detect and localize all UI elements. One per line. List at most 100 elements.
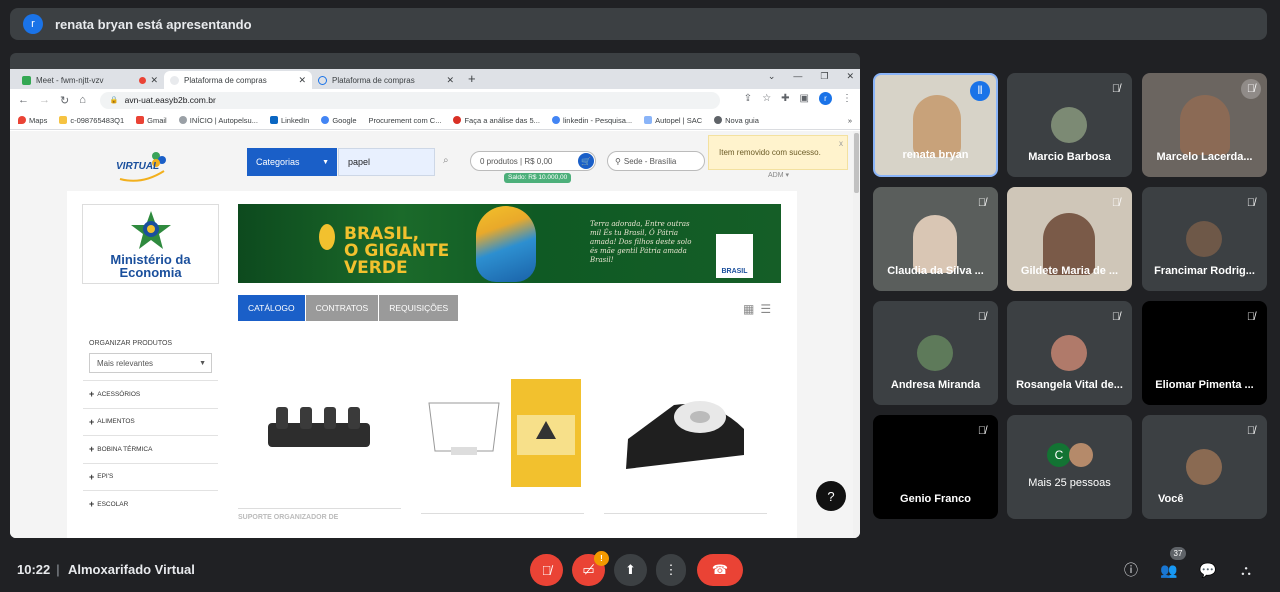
address-bar-row: ← → ↻ ⌂ 🔒 avn-uat.easyb2b.com.br ⇪ ☆ ✚ ▣… [10, 89, 860, 111]
bookmark-label: Nova guia [725, 115, 759, 125]
restore-icon[interactable]: ❐ [820, 71, 828, 82]
admin-menu[interactable]: ADM ▾ [768, 171, 789, 179]
participant-tile[interactable]: ⦀ renata bryan [873, 73, 998, 177]
bookmark-linkedin-search[interactable]: linkedin - Pesquisa... [551, 116, 632, 125]
search-input[interactable]: papel [338, 148, 435, 176]
product-card-tape-dispenser[interactable] [604, 359, 767, 514]
bookmark-analise[interactable]: Faça a análise das 5... [453, 116, 540, 125]
page-scrollbar[interactable] [853, 131, 860, 538]
participant-tile[interactable]: 🎙̸ Eliomar Pimenta ... [1142, 301, 1267, 405]
bookmark-autopel[interactable]: Autopel | SAC [644, 116, 702, 125]
participant-tile[interactable]: 🎙̸ Marcelo Lacerda... [1142, 73, 1267, 177]
end-call-icon: ☎ [711, 562, 729, 577]
tab-search-icon[interactable]: ⌄ [768, 71, 776, 82]
participant-tile[interactable]: 🎙̸ Francimar Rodrig... [1142, 187, 1267, 291]
bookmark-inicio[interactable]: INÍCIO | Autopelsu... [178, 116, 258, 125]
chat-icon[interactable]: 💬 [1197, 559, 1219, 581]
minimize-icon[interactable]: — [793, 71, 802, 82]
mic-off-icon: 🎙̸ [977, 311, 987, 323]
participant-tile-self[interactable]: 🎙̸ Você [1142, 415, 1267, 519]
leave-call-button[interactable]: ☎ [697, 554, 743, 586]
activities-icon[interactable]: ⛬ [1235, 559, 1257, 581]
bookmark-nova-guia[interactable]: Nova guia [714, 116, 759, 125]
browser-tab-plataforma-loading[interactable]: Plataforma de compras ✕ [312, 71, 460, 89]
categories-dropdown[interactable]: Categorias ▼ [247, 148, 337, 176]
participant-tile[interactable]: 🎙̸ Andresa Miranda [873, 301, 998, 405]
reload-icon[interactable]: ↻ [60, 94, 69, 107]
linkedin-icon [269, 116, 278, 124]
new-tab-button[interactable]: + [460, 71, 484, 89]
product-card-sharps-box[interactable] [421, 359, 584, 514]
speaking-icon: ⦀ [970, 81, 990, 101]
browser-tab-plataforma[interactable]: Plataforma de compras ✕ [164, 71, 312, 89]
bookmark-linkedin[interactable]: LinkedIn [269, 116, 309, 125]
sidepanel-icon[interactable]: ▣ [800, 93, 809, 104]
category-item[interactable]: + EPI'S [83, 462, 218, 491]
bookmark-google[interactable]: Google [321, 115, 357, 125]
cart-summary[interactable]: 0 produtos | R$ 0,00 🛒 [470, 151, 596, 171]
location-selector[interactable]: ⚲ Sede - Brasília [607, 151, 705, 171]
scrollbar-thumb[interactable] [854, 133, 859, 193]
close-icon[interactable]: ✕ [150, 75, 158, 86]
category-item[interactable]: + ESCOLAR [83, 490, 218, 518]
cart-icon[interactable]: 🛒 [578, 153, 594, 169]
bookmarks-more-button[interactable]: » [848, 116, 852, 125]
bookmark-maps[interactable]: Maps [18, 116, 47, 125]
participant-tile[interactable]: 🎙̸ Claudia da Silva ... [873, 187, 998, 291]
participant-name: Marcio Barbosa [1028, 151, 1111, 163]
more-participants-tile[interactable]: C Mais 25 pessoas [1007, 415, 1132, 519]
people-icon[interactable]: 👥 [1158, 559, 1180, 581]
banner-title: BRASIL, O GIGANTE VERDE [344, 226, 449, 277]
tab-requisicoes[interactable]: REQUISIÇÕES [379, 295, 459, 321]
profile-avatar[interactable]: r [819, 92, 832, 105]
meeting-info-icon[interactable]: ⓘ [1120, 559, 1142, 581]
participant-tile[interactable]: 🎙̸ Marcio Barbosa [1007, 73, 1132, 177]
participant-tile[interactable]: 🎙̸ Genio Franco [873, 415, 998, 519]
pin-icon: ⚲ [615, 156, 621, 166]
grid-view-icon[interactable]: ▦ [743, 302, 760, 316]
menu-icon[interactable]: ⋮ [842, 93, 852, 104]
recording-icon [139, 76, 147, 84]
participant-video [1180, 95, 1230, 155]
participant-tile[interactable]: 🎙̸ Rosangela Vital de... [1007, 301, 1132, 405]
tab-contratos[interactable]: CONTRATOS [305, 295, 379, 321]
meet-icon [22, 75, 31, 85]
close-icon[interactable]: ✕ [298, 75, 306, 86]
back-icon[interactable]: ← [18, 94, 29, 106]
close-icon[interactable]: x [839, 139, 843, 148]
extensions-icon[interactable]: ✚ [781, 93, 789, 104]
category-item[interactable]: + ALIMENTOS [83, 407, 218, 436]
close-icon[interactable]: ✕ [446, 75, 454, 86]
present-button[interactable]: ⬆ [614, 554, 647, 586]
more-options-button[interactable]: ⋮ [656, 554, 686, 586]
home-icon[interactable]: ⌂ [79, 94, 86, 106]
mic-toggle-button[interactable]: 🎙̸ [530, 554, 563, 586]
bookmark-star-icon[interactable]: ☆ [762, 93, 771, 104]
help-button[interactable]: ? [816, 481, 846, 511]
participant-tile[interactable]: 🎙̸ Gildete Maria de ... [1007, 187, 1132, 291]
avatar [1051, 107, 1087, 143]
camera-off-icon: ▭̸ [582, 562, 595, 577]
success-toast: Item removido com sucesso. x [708, 135, 848, 170]
promo-banner[interactable]: BRASIL, O GIGANTE VERDE Terra adorada, E… [238, 204, 781, 283]
close-window-icon[interactable]: ✕ [846, 71, 854, 82]
card-divider [604, 513, 767, 514]
category-label: ESCOLAR [97, 500, 129, 508]
url-field[interactable]: 🔒 avn-uat.easyb2b.com.br [99, 91, 720, 109]
forward-icon[interactable]: → [39, 94, 50, 106]
list-view-icon[interactable]: ☰ [760, 302, 777, 316]
category-item[interactable]: + BOBINA TÉRMICA [83, 435, 218, 463]
sort-select[interactable]: Mais relevantes ▼ [89, 353, 212, 373]
category-item[interactable]: + ACESSÓRIOS [83, 380, 218, 408]
search-icon[interactable]: ⌕ [443, 155, 449, 166]
bookmark-procurement[interactable]: Procurement com C... [369, 116, 442, 125]
browser-tab-meet[interactable]: Meet - fwm-njtt-vzv ✕ [16, 71, 164, 89]
share-icon[interactable]: ⇪ [744, 93, 752, 104]
bookmark-gmail[interactable]: Gmail [136, 116, 167, 125]
tab-catalogo[interactable]: CATÁLOGO [238, 295, 305, 321]
bookmark-folder[interactable]: c-098765483Q1 [59, 116, 124, 125]
category-label: BOBINA TÉRMICA [97, 445, 153, 453]
cart-text: 0 produtos | R$ 0,00 [480, 156, 553, 166]
bookmark-label: Google [332, 115, 357, 125]
product-card-organizer[interactable] [238, 359, 401, 509]
